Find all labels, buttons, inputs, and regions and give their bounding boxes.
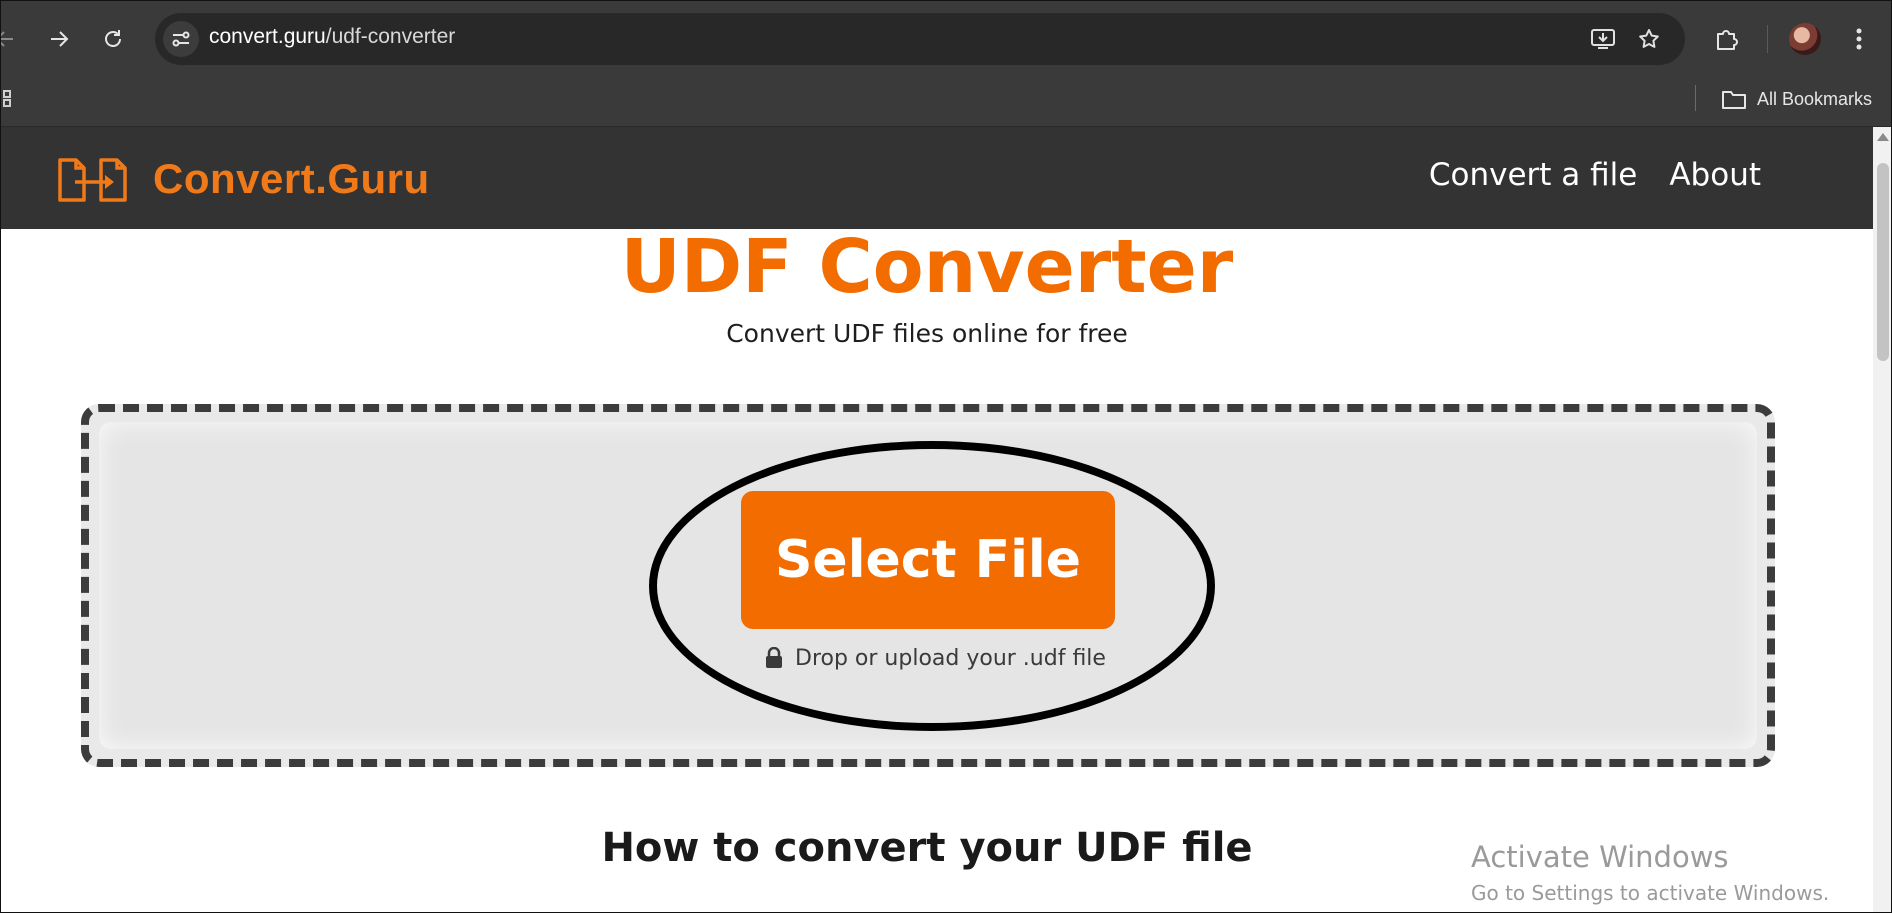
scroll-up-arrow[interactable] [1877, 133, 1889, 141]
profile-avatar[interactable] [1789, 23, 1821, 55]
bookmarks-bar: All Bookmarks [1, 77, 1891, 127]
extensions-icon [1717, 30, 1738, 50]
site-info-button[interactable] [163, 21, 199, 57]
url-host: convert.guru [209, 25, 326, 48]
forward-icon [51, 31, 69, 47]
activation-watermark: Activate Windows Go to Settings to activ… [1471, 839, 1829, 907]
browser-menu-button[interactable] [1841, 21, 1877, 57]
install-app-icon [1591, 29, 1615, 49]
lock-icon [766, 647, 782, 668]
site-header: Convert.Guru Convert a file About [1, 127, 1873, 229]
forward-button[interactable] [41, 21, 77, 57]
back-icon [1, 31, 13, 47]
address-bar[interactable]: convert.guru/udf-converter [155, 13, 1685, 65]
watermark-subtitle: Go to Settings to activate Windows. [1471, 881, 1830, 905]
upload-hint: Drop or upload your .udf file [765, 643, 1106, 673]
toolbar-separator [1767, 25, 1768, 53]
apps-icon [3, 90, 11, 107]
upload-hint-text: Drop or upload your .udf file [795, 645, 1106, 671]
site-nav: Convert a file About [1429, 157, 1761, 193]
logo-icon [58, 158, 127, 202]
brand-name: Convert.Guru [153, 155, 430, 202]
main-content: UDF Converter Convert UDF files online f… [1, 224, 1873, 912]
scroll-thumb[interactable] [1877, 163, 1889, 361]
all-bookmarks-label: All Bookmarks [1757, 88, 1873, 109]
page-subtitle: Convert UDF files online for free [726, 319, 1128, 348]
reload-button[interactable] [95, 21, 131, 57]
star-icon [1639, 29, 1659, 48]
folder-icon [1722, 91, 1746, 109]
browser-toolbar: convert.guru/udf-converter [1, 1, 1891, 77]
menu-icon [1856, 28, 1862, 50]
all-bookmarks-button[interactable]: All Bookmarks [1721, 81, 1872, 117]
bookmark-star-button[interactable] [1635, 25, 1663, 53]
nav-convert-link[interactable]: Convert a file [1429, 157, 1638, 193]
url-text[interactable]: convert.guru/udf-converter [209, 25, 455, 49]
brand-logo[interactable]: Convert.Guru [57, 151, 430, 207]
url-path: /udf-converter [325, 25, 456, 48]
back-button[interactable] [1, 21, 23, 57]
select-file-button[interactable]: Select File [741, 491, 1115, 629]
install-app-button[interactable] [1589, 25, 1617, 53]
nav-about-link[interactable]: About [1669, 157, 1761, 193]
page-scrollbar[interactable] [1873, 127, 1891, 912]
apps-button[interactable] [3, 87, 15, 111]
watermark-title: Activate Windows [1471, 840, 1729, 874]
reload-icon [105, 30, 121, 47]
browser-window: convert.guru/udf-converter All Bookmarks [0, 0, 1892, 913]
extensions-button[interactable] [1709, 21, 1745, 57]
page-title: UDF Converter [620, 224, 1234, 310]
site-info-icon [172, 31, 190, 47]
bookmarks-separator [1695, 85, 1696, 111]
